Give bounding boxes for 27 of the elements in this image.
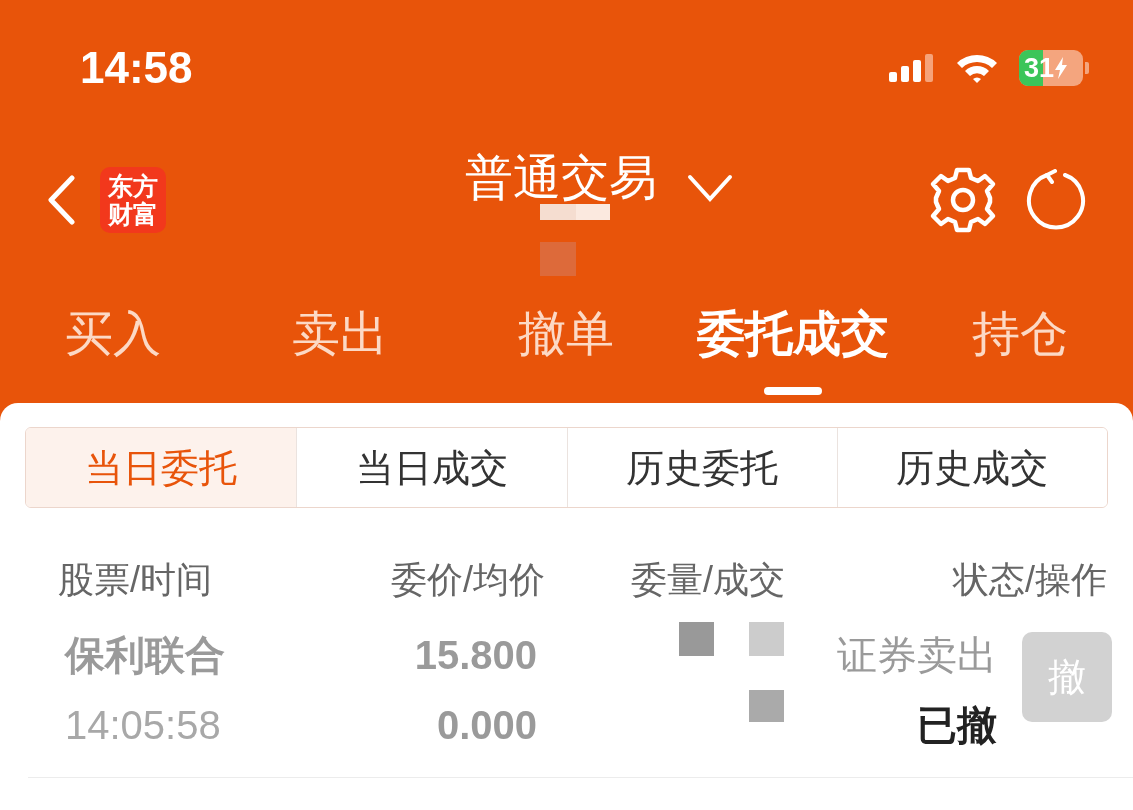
trade-tab[interactable]: 撤单 (518, 308, 615, 360)
trade-tab[interactable]: 买入 (65, 308, 162, 360)
wifi-icon (955, 52, 999, 84)
column-header: 状态/操作 (953, 562, 1107, 598)
order-time: 14:05:58 (65, 702, 222, 749)
segment-tab[interactable]: 历史成交 (836, 428, 1107, 507)
trade-tab[interactable]: 持仓 (971, 308, 1068, 360)
app-logo: 东方 财富 (100, 167, 166, 233)
refresh-icon[interactable] (1025, 169, 1087, 231)
column-header: 委量/成交 (631, 562, 785, 598)
chevron-down-icon[interactable] (687, 174, 733, 202)
order-price: 15.800 (414, 632, 537, 679)
segment-tab[interactable]: 当日委托 (26, 428, 297, 507)
trade-tab[interactable]: 委托成交 (697, 308, 890, 360)
order-status: 已撤 (917, 702, 997, 749)
back-icon[interactable] (46, 175, 76, 225)
order-type: 证券卖出 (837, 632, 997, 679)
average-price: 0.000 (436, 702, 537, 749)
settings-icon[interactable] (929, 166, 997, 234)
signal-icon (889, 54, 935, 82)
pixelated-redaction (540, 204, 612, 276)
nav-title[interactable]: 普通交易 (465, 154, 657, 202)
stock-name: 保利联合 (65, 632, 226, 679)
trade-tab[interactable]: 卖出 (291, 308, 388, 360)
status-time: 14:58 (80, 46, 193, 90)
column-header: 股票/时间 (58, 562, 212, 598)
column-header: 委价/均价 (391, 562, 545, 598)
